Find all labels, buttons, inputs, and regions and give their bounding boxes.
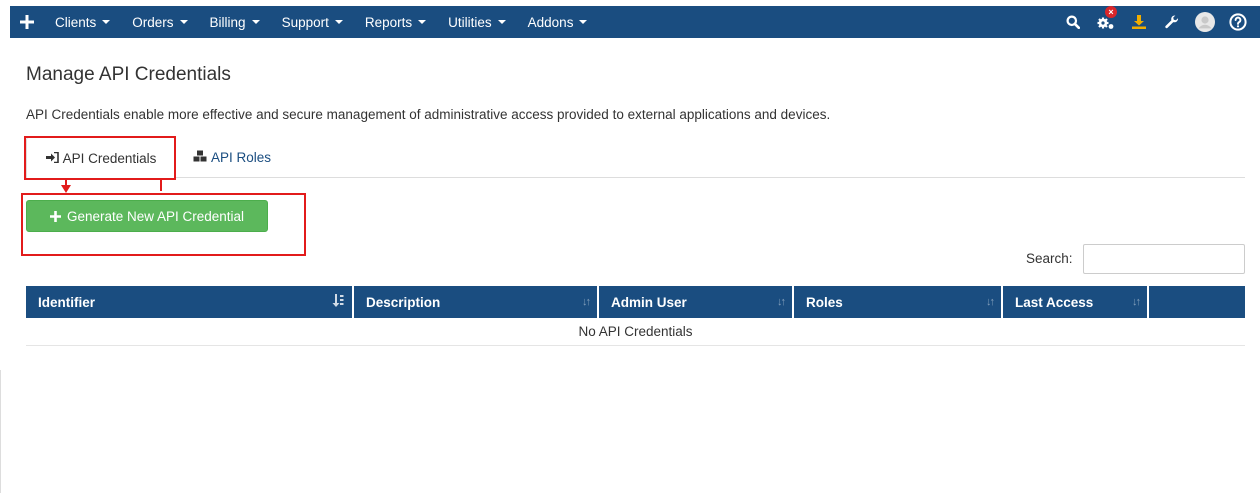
help-icon[interactable]: [1222, 6, 1254, 38]
page-edge-divider: [0, 370, 1, 493]
menu-orders[interactable]: Orders: [121, 6, 198, 38]
menu-clients-label: Clients: [55, 14, 97, 30]
tab-api-roles-label: API Roles: [211, 150, 272, 165]
chevron-down-icon: [251, 20, 260, 24]
menu-addons[interactable]: Addons: [517, 6, 599, 38]
search-icon[interactable]: [1057, 6, 1089, 38]
column-header-actions: [1149, 286, 1245, 318]
user-avatar-icon[interactable]: [1189, 6, 1221, 38]
column-header-roles[interactable]: Roles ↓↑: [794, 286, 1003, 318]
table-header: Identifier Description ↓↑ Admin User ↓↑ …: [26, 286, 1245, 318]
highlight-connector: [160, 179, 162, 191]
chevron-down-icon: [497, 20, 506, 24]
chevron-down-icon: [418, 20, 427, 24]
column-header-description[interactable]: Description ↓↑: [354, 286, 599, 318]
wrench-icon[interactable]: [1156, 6, 1188, 38]
main-menu: Clients Orders Billing Support Reports U…: [44, 6, 598, 38]
tab-api-credentials[interactable]: API Credentials: [26, 137, 176, 179]
menu-utilities-label: Utilities: [448, 14, 492, 30]
column-header-label: Identifier: [38, 294, 96, 310]
chevron-down-icon: [579, 20, 588, 24]
navbar-tools: ×: [1056, 6, 1260, 38]
sort-icon: ↓↑: [986, 296, 995, 308]
tab-api-roles[interactable]: API Roles: [193, 137, 271, 178]
sort-icon: ↓↑: [777, 296, 786, 308]
search-label: Search:: [1026, 251, 1073, 266]
menu-support[interactable]: Support: [271, 6, 354, 38]
chevron-down-icon: [102, 20, 111, 24]
sort-icon: ↓↑: [1132, 296, 1141, 308]
column-header-label: Roles: [806, 294, 843, 310]
menu-orders-label: Orders: [132, 14, 174, 30]
tab-api-credentials-label: API Credentials: [62, 150, 157, 166]
menu-reports-label: Reports: [364, 14, 413, 30]
menu-reports[interactable]: Reports: [354, 6, 437, 38]
plus-icon: [49, 210, 61, 222]
empty-message: No API Credentials: [578, 324, 693, 339]
tab-bar: API Credentials API Roles: [26, 137, 1245, 179]
alert-badge-icon: ×: [1105, 6, 1117, 18]
menu-billing-label: Billing: [209, 14, 246, 30]
page-title: Manage API Credentials: [26, 64, 231, 85]
arrow-down-icon: [61, 185, 71, 193]
column-header-label: Description: [366, 294, 441, 310]
chevron-down-icon: [334, 20, 343, 24]
sort-icon: ↓↑: [582, 296, 591, 308]
column-header-identifier[interactable]: Identifier: [26, 286, 354, 318]
cogs-icon[interactable]: ×: [1090, 6, 1122, 38]
generate-credential-label: Generate New API Credential: [66, 208, 245, 224]
search-input[interactable]: [1083, 244, 1245, 274]
table-empty-row: No API Credentials: [26, 318, 1245, 346]
menu-billing[interactable]: Billing: [199, 6, 271, 38]
top-navbar: Clients Orders Billing Support Reports U…: [10, 6, 1260, 38]
credentials-table: Identifier Description ↓↑ Admin User ↓↑ …: [26, 286, 1245, 346]
column-header-label: Last Access: [1015, 294, 1094, 310]
column-header-admin-user[interactable]: Admin User ↓↑: [599, 286, 794, 318]
menu-utilities[interactable]: Utilities: [437, 6, 517, 38]
menu-addons-label: Addons: [527, 14, 574, 30]
generate-credential-button[interactable]: Generate New API Credential: [26, 200, 268, 232]
menu-clients[interactable]: Clients: [44, 6, 121, 38]
sort-asc-icon: [332, 294, 344, 310]
page-intro: API Credentials enable more effective an…: [26, 107, 831, 122]
plus-icon[interactable]: [10, 6, 44, 38]
sign-in-icon: [45, 151, 59, 166]
column-header-last-access[interactable]: Last Access ↓↑: [1003, 286, 1149, 318]
cubes-icon: [193, 150, 207, 165]
menu-support-label: Support: [281, 14, 329, 30]
column-header-label: Admin User: [611, 294, 687, 310]
chevron-down-icon: [179, 20, 188, 24]
download-icon[interactable]: [1123, 6, 1155, 38]
